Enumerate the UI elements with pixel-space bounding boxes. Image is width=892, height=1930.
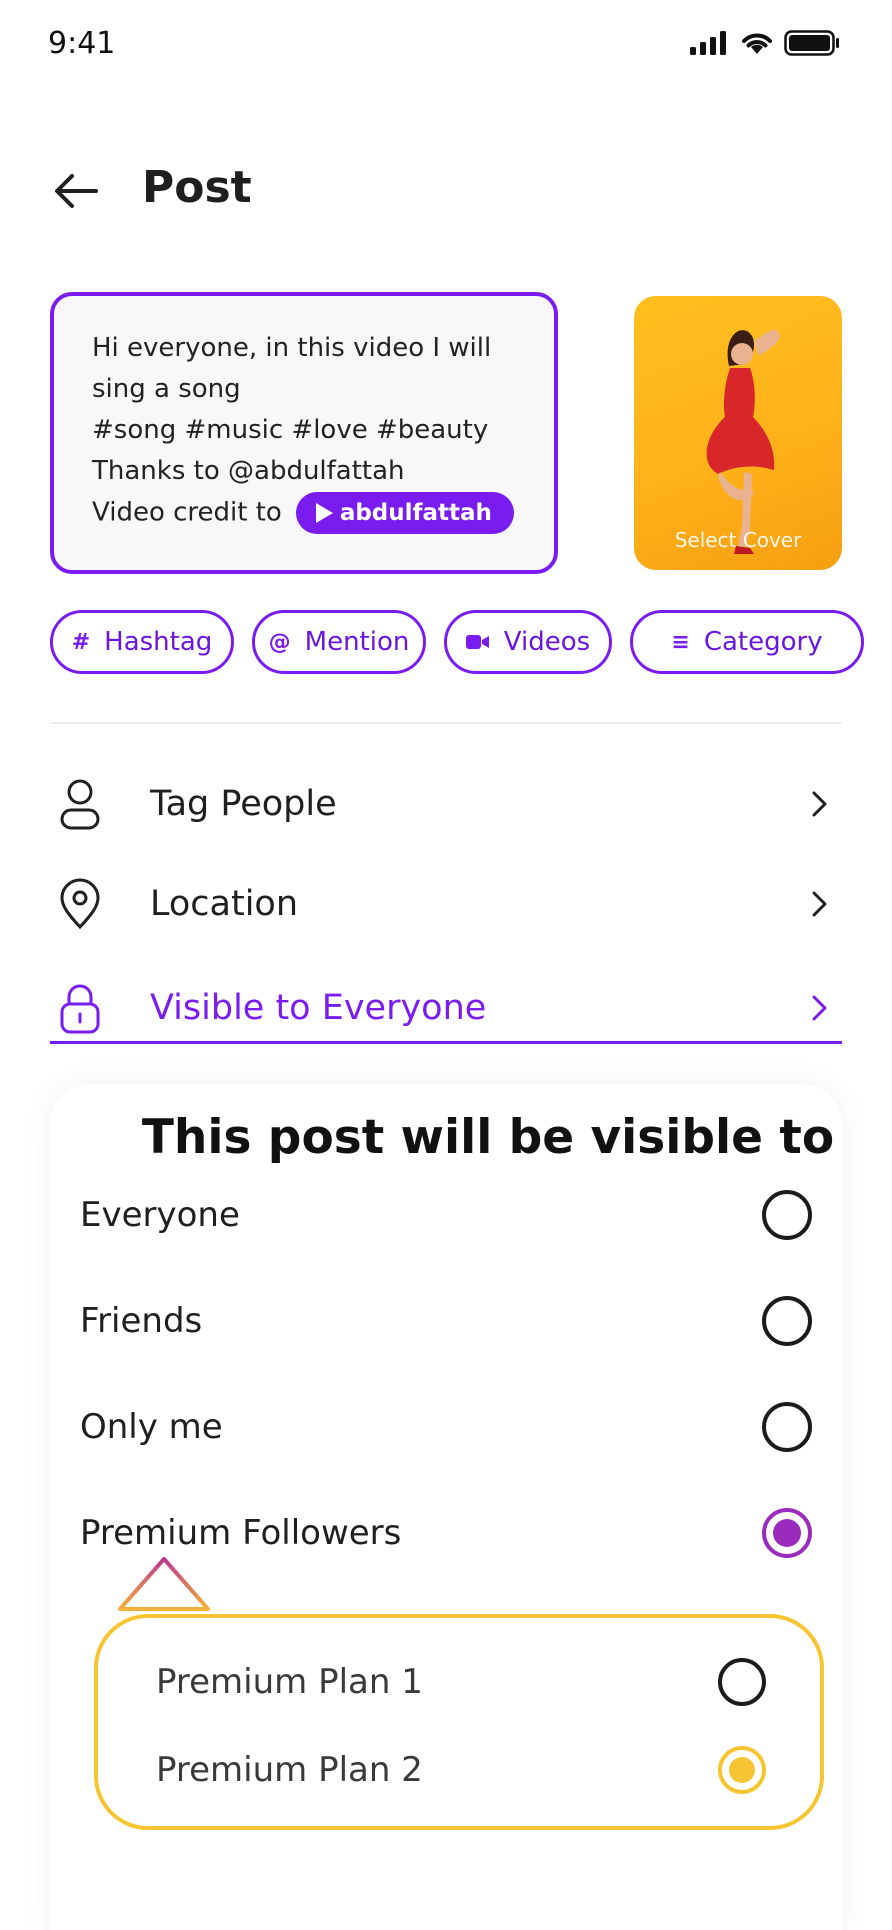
tag-people-label: Tag People <box>150 784 337 824</box>
option-friends[interactable]: Friends <box>80 1286 812 1356</box>
radio-button[interactable] <box>762 1190 812 1240</box>
video-icon <box>465 635 489 649</box>
credit-prefix: Video credit to <box>92 497 282 528</box>
chevron-right-icon <box>812 995 827 1021</box>
plan-label: Premium Plan 1 <box>156 1662 423 1702</box>
caption-line: sing a song <box>92 374 241 404</box>
chip-label: Category <box>703 627 823 657</box>
radio-button[interactable] <box>762 1402 812 1452</box>
hashtag-icon: # <box>71 629 91 655</box>
cover-thumbnail[interactable]: Select Cover <box>634 296 842 570</box>
chevron-right-icon <box>812 891 827 917</box>
radio-button[interactable] <box>762 1296 812 1346</box>
caption-credit-line: Video credit to abdulfattah <box>92 492 518 534</box>
back-button[interactable] <box>52 166 102 216</box>
page-title: Post <box>142 162 252 213</box>
option-premium-plan-1[interactable]: Premium Plan 1 <box>156 1652 766 1712</box>
mention-chip[interactable]: @ Mention <box>252 610 426 674</box>
battery-icon <box>784 30 839 56</box>
status-time: 9:41 <box>48 26 116 61</box>
option-label: Everyone <box>80 1195 240 1235</box>
menu-icon: ≡ <box>671 629 690 655</box>
caption-line: Hi everyone, in this video I will <box>92 333 492 363</box>
play-icon <box>315 503 333 523</box>
option-only-me[interactable]: Only me <box>80 1392 812 1462</box>
arrow-left-icon <box>55 174 98 208</box>
radio-button-selected[interactable] <box>762 1508 812 1558</box>
sheet-title: This post will be visible to <box>141 1110 835 1165</box>
chip-label: Hashtag <box>104 627 213 657</box>
premium-plans-popover: Premium Plan 1 Premium Plan 2 <box>94 1614 824 1830</box>
select-cover-label: Select Cover <box>674 528 802 552</box>
user-icon <box>50 774 110 834</box>
credit-chip-label: abdulfattah <box>339 499 492 526</box>
visibility-label: Visible to Everyone <box>150 988 487 1028</box>
videos-chip[interactable]: Videos <box>444 610 612 674</box>
category-chip[interactable]: ≡ Category <box>630 610 864 674</box>
signal-icon <box>690 31 726 55</box>
chip-label: Mention <box>304 627 410 657</box>
location-label: Location <box>150 884 299 924</box>
radio-button-selected[interactable] <box>718 1746 766 1794</box>
radio-button[interactable] <box>718 1658 766 1706</box>
caption-line: Thanks to @abdulfattah <box>92 456 405 486</box>
tag-people-row[interactable]: Tag People <box>50 764 842 844</box>
visibility-underline <box>50 1041 842 1044</box>
caption-line: #song #music #love #beauty <box>92 415 489 445</box>
wifi-icon <box>742 33 772 54</box>
option-premium-plan-2[interactable]: Premium Plan 2 <box>156 1740 766 1800</box>
popover-tail <box>118 1557 210 1611</box>
location-row[interactable]: Location <box>50 864 842 944</box>
chevron-right-icon <box>812 791 827 817</box>
at-icon: @ <box>268 629 291 655</box>
divider <box>50 722 842 724</box>
location-pin-icon <box>50 874 110 934</box>
option-everyone[interactable]: Everyone <box>80 1180 812 1250</box>
caption-input[interactable]: Hi everyone, in this video I will sing a… <box>50 292 558 574</box>
credit-chip[interactable]: abdulfattah <box>295 492 514 534</box>
chip-label: Videos <box>503 627 591 657</box>
option-label: Friends <box>80 1301 203 1341</box>
option-label: Premium Followers <box>80 1513 402 1553</box>
plan-label: Premium Plan 2 <box>156 1750 423 1790</box>
lock-icon <box>50 978 110 1038</box>
visibility-row[interactable]: Visible to Everyone <box>50 968 842 1048</box>
hashtag-chip[interactable]: # Hashtag <box>50 610 234 674</box>
option-label: Only me <box>80 1407 223 1447</box>
status-icons <box>690 30 840 56</box>
